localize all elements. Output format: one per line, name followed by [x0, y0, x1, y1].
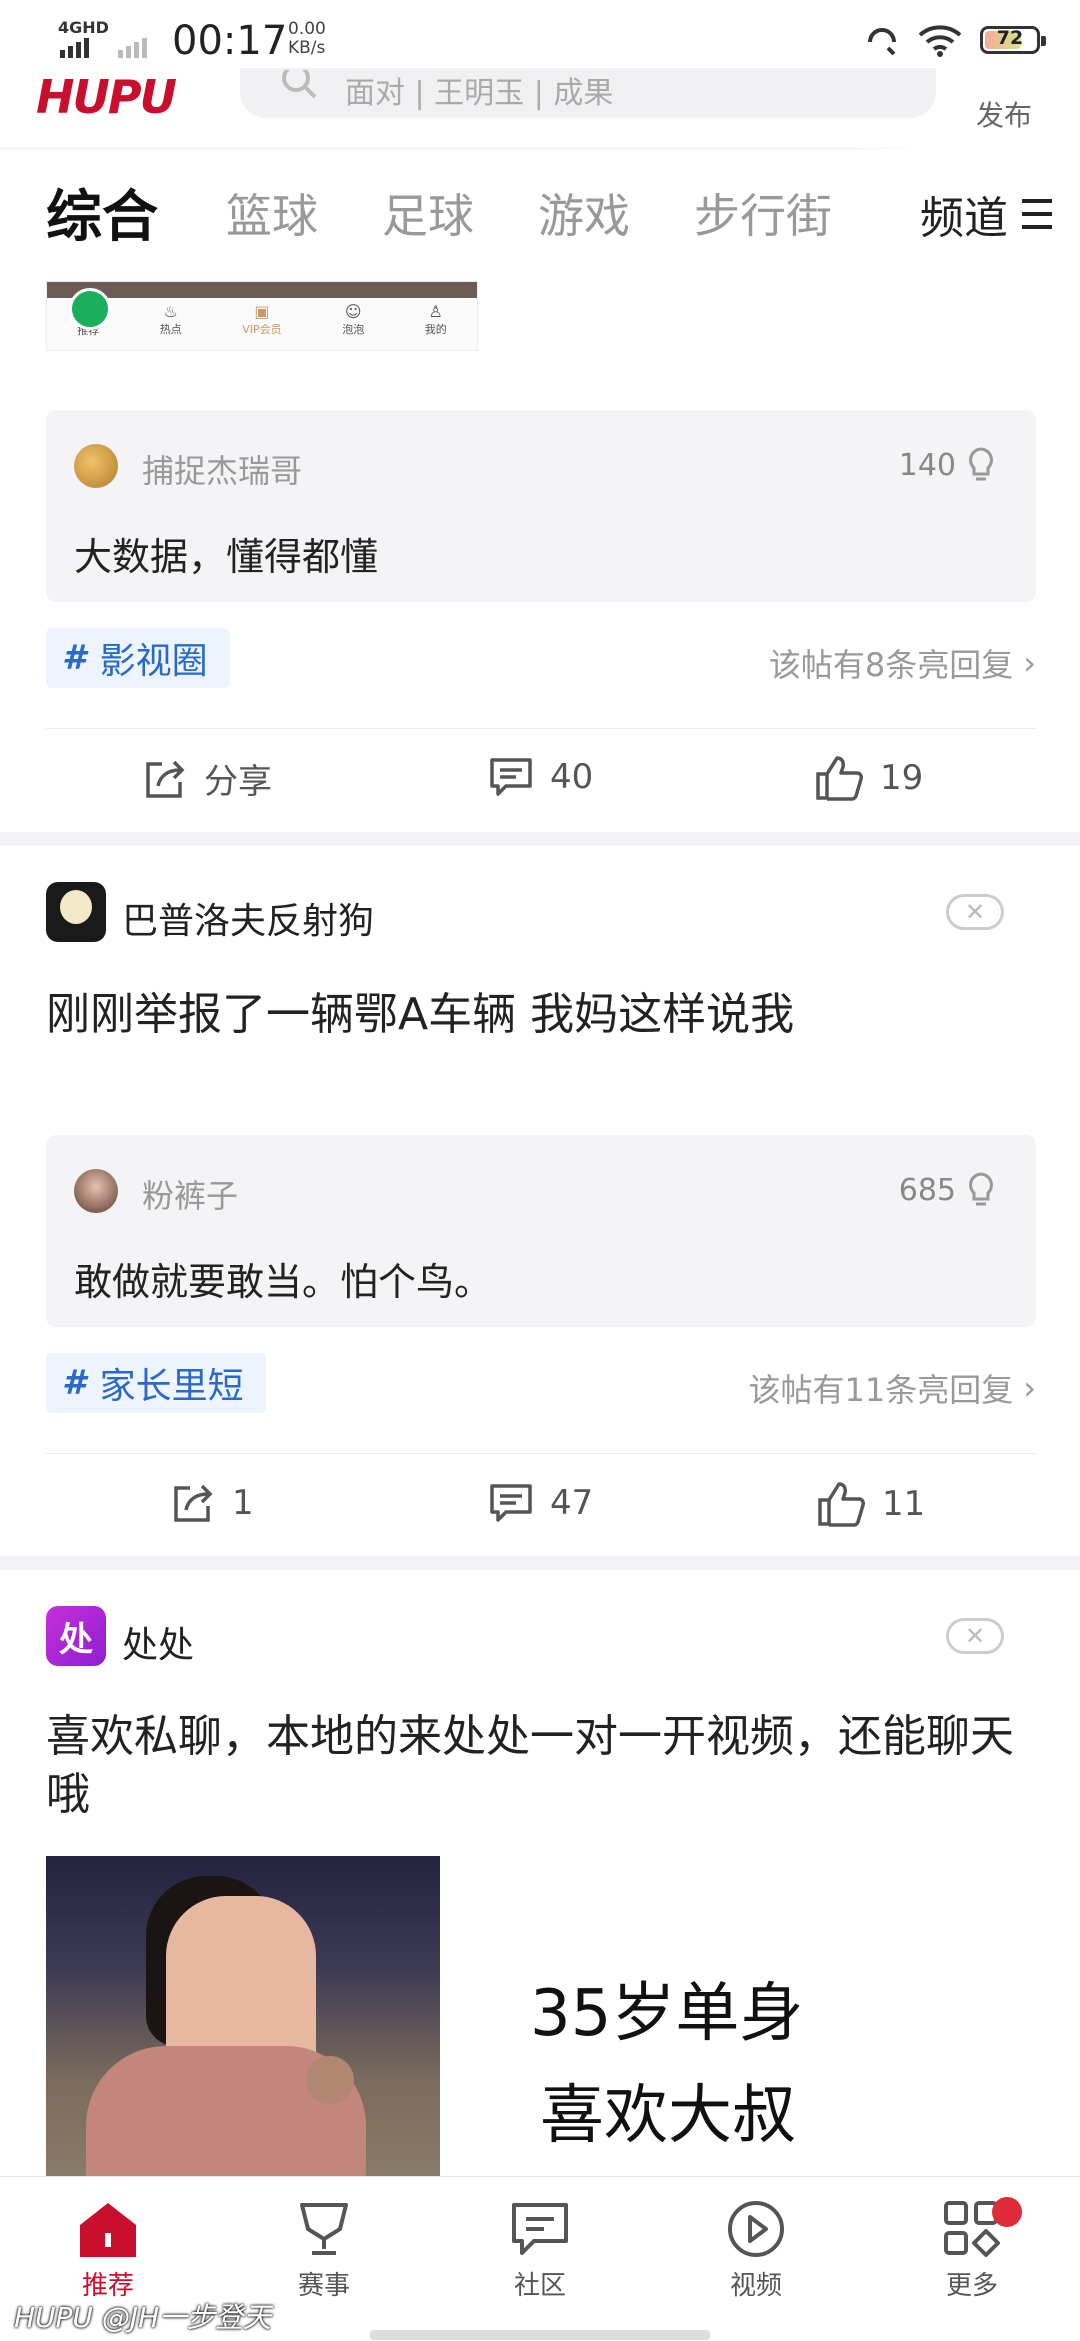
divider	[46, 728, 1036, 729]
net-speed: 0.00 KB/s	[288, 19, 326, 58]
close-icon: ✕	[964, 1622, 986, 1650]
light-reply-note[interactable]: 该帖有11条亮回复 ›	[748, 1365, 1036, 1411]
category-tabs: 综合 篮球 足球 游戏 步行街 频道	[0, 148, 1080, 280]
share-icon	[146, 760, 185, 798]
post-title[interactable]: 喜欢私聊，本地的来处处一对一开视频，还能聊天哦	[46, 1708, 1036, 1824]
hot-comment-card[interactable]: 捕捉杰瑞哥 140 大数据，懂得都懂	[46, 410, 1036, 602]
comment-username[interactable]: 粉裤子	[142, 1171, 238, 1217]
battery-icon: 72	[980, 26, 1046, 54]
nav-community[interactable]: 社区	[470, 2199, 610, 2302]
comment-icon	[490, 1484, 532, 1522]
dismiss-button[interactable]: ✕	[946, 894, 1004, 930]
avatar[interactable]	[74, 444, 118, 488]
nav-video[interactable]: 视频	[686, 2199, 826, 2302]
watermark: HUPU @JH一步登天	[14, 2301, 272, 2334]
home-icon	[69, 288, 111, 330]
comment-text: 敢做就要敢当。怕个鸟。	[74, 1260, 493, 1304]
share-button[interactable]: 1	[170, 1480, 254, 1526]
clock: 00:17	[172, 18, 288, 64]
section-gap	[0, 832, 1080, 846]
play-icon	[728, 2201, 784, 2257]
publish-button[interactable]: 发布	[976, 94, 1032, 134]
comment-username[interactable]: 捕捉杰瑞哥	[142, 446, 302, 492]
nav-matches[interactable]: 赛事	[254, 2199, 394, 2302]
comment-button[interactable]: 47	[488, 1480, 593, 1526]
share-icon	[174, 1484, 213, 1522]
hupu-logo[interactable]: HUPU	[36, 70, 177, 124]
close-icon: ✕	[964, 898, 986, 926]
home-icon	[80, 2203, 136, 2257]
like-button[interactable]: 11	[816, 1480, 925, 1528]
post-actions: 分享 40 19	[0, 754, 1080, 844]
nav-recommend[interactable]: 推荐	[38, 2199, 178, 2302]
avatar[interactable]	[46, 882, 106, 942]
hot-comment-card[interactable]: 粉裤子 685 敢做就要敢当。怕个鸟。	[46, 1135, 1036, 1327]
avatar[interactable]	[74, 1169, 118, 1213]
chevron-right-icon: ›	[1023, 644, 1036, 682]
network-type: 4GHD	[58, 18, 109, 37]
hashtag-icon: #	[62, 638, 86, 678]
share-button[interactable]: 分享	[142, 754, 272, 803]
post-author[interactable]: 巴普洛夫反射狗	[122, 892, 374, 944]
headset-icon	[868, 28, 896, 56]
thumb-item: ♨ 热点	[159, 302, 182, 336]
channel-button[interactable]: 频道	[920, 182, 1052, 246]
tab-basketball[interactable]: 篮球	[226, 180, 318, 246]
gesture-bar	[370, 2330, 710, 2340]
comment-light-count[interactable]: 140	[899, 446, 996, 484]
comment-button[interactable]: 40	[488, 754, 593, 800]
section-gap	[0, 1556, 1080, 1570]
thumb-item: ▣ VIP会员	[242, 302, 282, 336]
thumb-item: ☺ 泡泡	[342, 302, 365, 336]
post-title[interactable]: 刚刚举报了一辆鄂A车辆 我妈这样说我	[46, 986, 1036, 1044]
ad-caption-line: 35岁单身	[530, 1977, 804, 2051]
ad-photo[interactable]	[46, 1856, 440, 2176]
tab-games[interactable]: 游戏	[538, 180, 630, 246]
topic-tag[interactable]: # 家长里短	[46, 1353, 266, 1413]
search-placeholder: 面对 | 王明玉 | 成果	[345, 76, 614, 111]
signal-icon	[60, 38, 147, 58]
dismiss-button[interactable]: ✕	[946, 1618, 1004, 1654]
menu-icon	[1022, 199, 1052, 229]
divider	[46, 1453, 1036, 1454]
post-author[interactable]: 处处	[122, 1616, 194, 1668]
post-image-thumbnail[interactable]: 推荐 ♨ 热点 ▣ VIP会员 ☺ 泡泡 ♙ 我的	[46, 281, 478, 351]
light-reply-note[interactable]: 该帖有8条亮回复 ›	[769, 640, 1036, 686]
lightbulb-icon	[969, 447, 993, 481]
comment-text: 大数据，懂得都懂	[74, 535, 379, 579]
thumbs-up-icon	[818, 1482, 865, 1527]
notification-badge	[992, 2197, 1022, 2227]
search-box[interactable]: 面对 | 王明玉 | 成果	[240, 68, 936, 118]
tab-football[interactable]: 足球	[382, 180, 474, 246]
chat-icon	[512, 2203, 568, 2255]
chevron-right-icon: ›	[1023, 1369, 1036, 1407]
top-bar: HUPU 面对 | 王明玉 | 成果 发布	[0, 68, 1080, 149]
thumb-item: ♙ 我的	[424, 302, 447, 336]
topic-tag[interactable]: # 影视圈	[46, 628, 230, 688]
tab-buxingjie[interactable]: 步行街	[694, 180, 832, 246]
tab-zonghe[interactable]: 综合	[46, 172, 158, 253]
lightbulb-icon	[969, 1172, 993, 1206]
thumbs-up-icon	[816, 756, 863, 801]
search-icon	[282, 70, 317, 99]
comment-icon	[490, 758, 532, 796]
hashtag-icon: #	[62, 1363, 86, 1403]
trophy-icon	[300, 2203, 348, 2255]
ad-caption-line: 喜欢大叔	[540, 2079, 796, 2153]
comment-light-count[interactable]: 685	[899, 1171, 996, 1209]
wifi-icon	[918, 25, 962, 57]
advertiser-logo[interactable]: 处	[46, 1606, 106, 1666]
like-button[interactable]: 19	[814, 754, 923, 802]
